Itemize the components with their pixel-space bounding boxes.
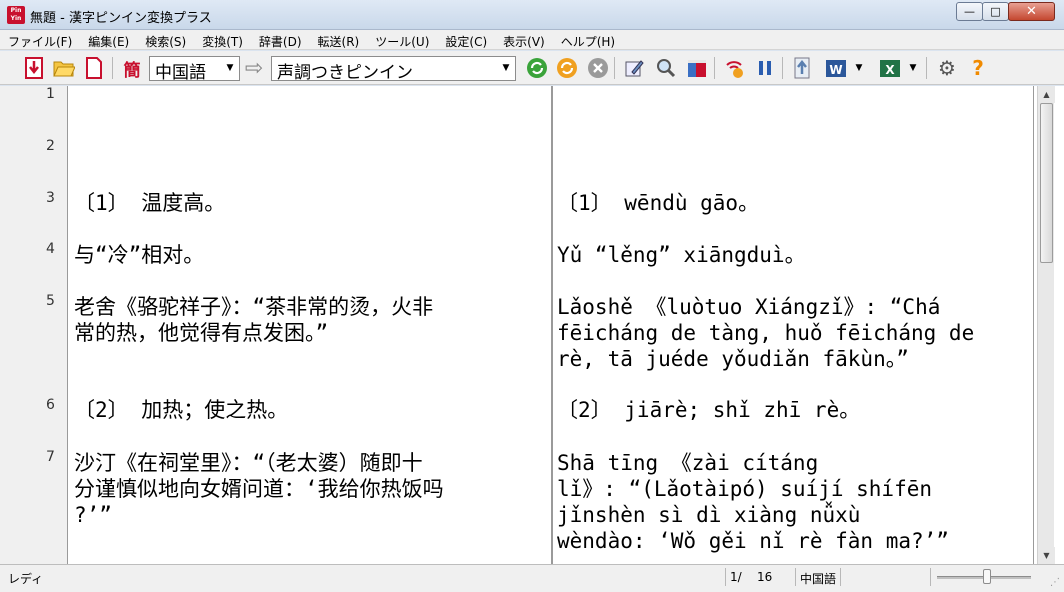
edit-icon[interactable] [622, 56, 646, 80]
menu-settings[interactable]: 設定(C) [437, 30, 495, 49]
source-line[interactable]: 与“冷”相对。 [74, 242, 546, 268]
simplified-chinese-icon[interactable]: 簡 [120, 56, 144, 81]
pause-icon[interactable] [753, 56, 777, 80]
new-document-icon[interactable] [82, 56, 106, 80]
pane-divider[interactable] [551, 86, 553, 564]
svg-text:W: W [829, 63, 842, 77]
menu-tools[interactable]: ツール(U) [367, 30, 437, 49]
output-format-select[interactable]: 声調つきピンイン ▼ [271, 56, 516, 83]
page-current: 1/ [730, 570, 742, 584]
menu-help[interactable]: ヘルプ(H) [553, 30, 623, 49]
chevron-down-icon: ▼ [226, 63, 234, 73]
status-bar: レディ 1/ 16 中国語 [0, 564, 1064, 592]
app-icon: Pin Yin [7, 6, 25, 24]
pinyin-line[interactable]: 〔2〕 jiārè; shǐ zhī rè。 [557, 397, 1031, 423]
help-icon[interactable]: ? [966, 56, 990, 80]
menu-view[interactable]: 表示(V) [495, 30, 553, 49]
title-bar: Pin Yin 無題 - 漢字ピンイン変換プラス — □ ✕ [0, 0, 1064, 30]
search-icon[interactable] [654, 56, 678, 80]
pinyin-line[interactable]: Yǔ “lěng” xiāngduì。 [557, 242, 1031, 268]
menu-search[interactable]: 検索(S) [137, 30, 194, 49]
scroll-down-icon[interactable]: ▼ [1038, 547, 1055, 564]
menu-convert[interactable]: 変換(T) [194, 30, 251, 49]
dictionary-icon[interactable] [685, 56, 709, 80]
pinyin-line[interactable]: 〔1〕 wēndù gāo。 [557, 190, 1031, 216]
chevron-down-icon: ▼ [502, 63, 510, 73]
excel-export-icon[interactable]: X [878, 56, 902, 80]
language-select[interactable]: 中国語 ▼ [149, 56, 240, 83]
zoom-slider-thumb[interactable] [983, 569, 991, 584]
convert-icon[interactable] [525, 56, 549, 80]
menu-bar: ファイル(F) 編集(E) 検索(S) 変換(T) 辞書(D) 転送(R) ツー… [0, 30, 1064, 50]
minimize-button[interactable]: — [956, 2, 983, 21]
window-title: 無題 - 漢字ピンイン変換プラス [30, 11, 212, 26]
resize-grip-icon[interactable]: ⋰ [1050, 577, 1062, 589]
chevron-down-icon[interactable]: ▼ [906, 56, 920, 80]
page-total: 16 [757, 570, 773, 584]
pinyin-line[interactable]: Shā tīng 《zài cítáng lǐ》: “(Lǎotàipó) su… [557, 450, 1031, 554]
scroll-up-icon[interactable]: ▲ [1038, 86, 1055, 103]
line-number: 1 [46, 86, 55, 102]
line-number: 5 [46, 293, 55, 309]
toolbar: 簡 中国語 ▼ ⇨ 声調つきピンイン ▼ W ▼ X ▼ ⚙ ? [0, 51, 1064, 85]
source-line[interactable]: 〔1〕 温度高。 [74, 190, 546, 216]
scrollbar-thumb[interactable] [1040, 103, 1053, 263]
gear-icon[interactable]: ⚙ [935, 56, 959, 80]
upload-icon[interactable] [790, 56, 814, 80]
line-number: 4 [46, 241, 55, 257]
line-number-gutter [8, 86, 68, 564]
status-mode: レディ [8, 572, 44, 586]
source-line[interactable]: 沙汀《在祠堂里》：“（老太婆）随即十 分谨慎似地向女婿问道：‘我给你热饭吗 ?’… [74, 450, 546, 528]
menu-dictionary[interactable]: 辞書(D) [251, 30, 310, 49]
line-number: 6 [46, 397, 55, 413]
maximize-button[interactable]: □ [982, 2, 1009, 21]
menu-transfer[interactable]: 転送(R) [310, 30, 368, 49]
open-folder-icon[interactable] [52, 56, 76, 80]
svg-text:X: X [885, 63, 895, 77]
menu-edit[interactable]: 編集(E) [80, 30, 137, 49]
line-number: 7 [46, 449, 55, 465]
vertical-scrollbar[interactable]: ▲ ▼ [1037, 86, 1055, 564]
close-button[interactable]: ✕ [1008, 2, 1055, 21]
arrow-right-icon: ⇨ [244, 55, 264, 81]
menu-file[interactable]: ファイル(F) [0, 30, 80, 49]
chevron-down-icon[interactable]: ▼ [852, 56, 866, 80]
source-line[interactable]: 老舍《骆驼祥子》：“茶非常的烫，火非 常的热，他觉得有点发困。” [74, 294, 546, 346]
speak-icon[interactable] [722, 56, 746, 80]
editor-area: 1 2 3 4 5 6 7 〔1〕 温度高。 与“冷”相对。 老舍《骆驼祥子》：… [0, 86, 1064, 564]
source-line[interactable]: 〔2〕 加热；使之热。 [74, 397, 546, 423]
pinyin-line[interactable]: Lǎoshě 《luòtuo Xiángzǐ》: “Chá fēicháng d… [557, 294, 1031, 372]
line-number: 3 [46, 190, 55, 206]
word-export-icon[interactable]: W [824, 56, 848, 80]
import-icon[interactable] [22, 56, 46, 80]
clear-icon[interactable] [586, 56, 610, 80]
refresh-icon[interactable] [555, 56, 579, 80]
line-number: 2 [46, 138, 55, 154]
status-language: 中国語 [800, 572, 837, 586]
